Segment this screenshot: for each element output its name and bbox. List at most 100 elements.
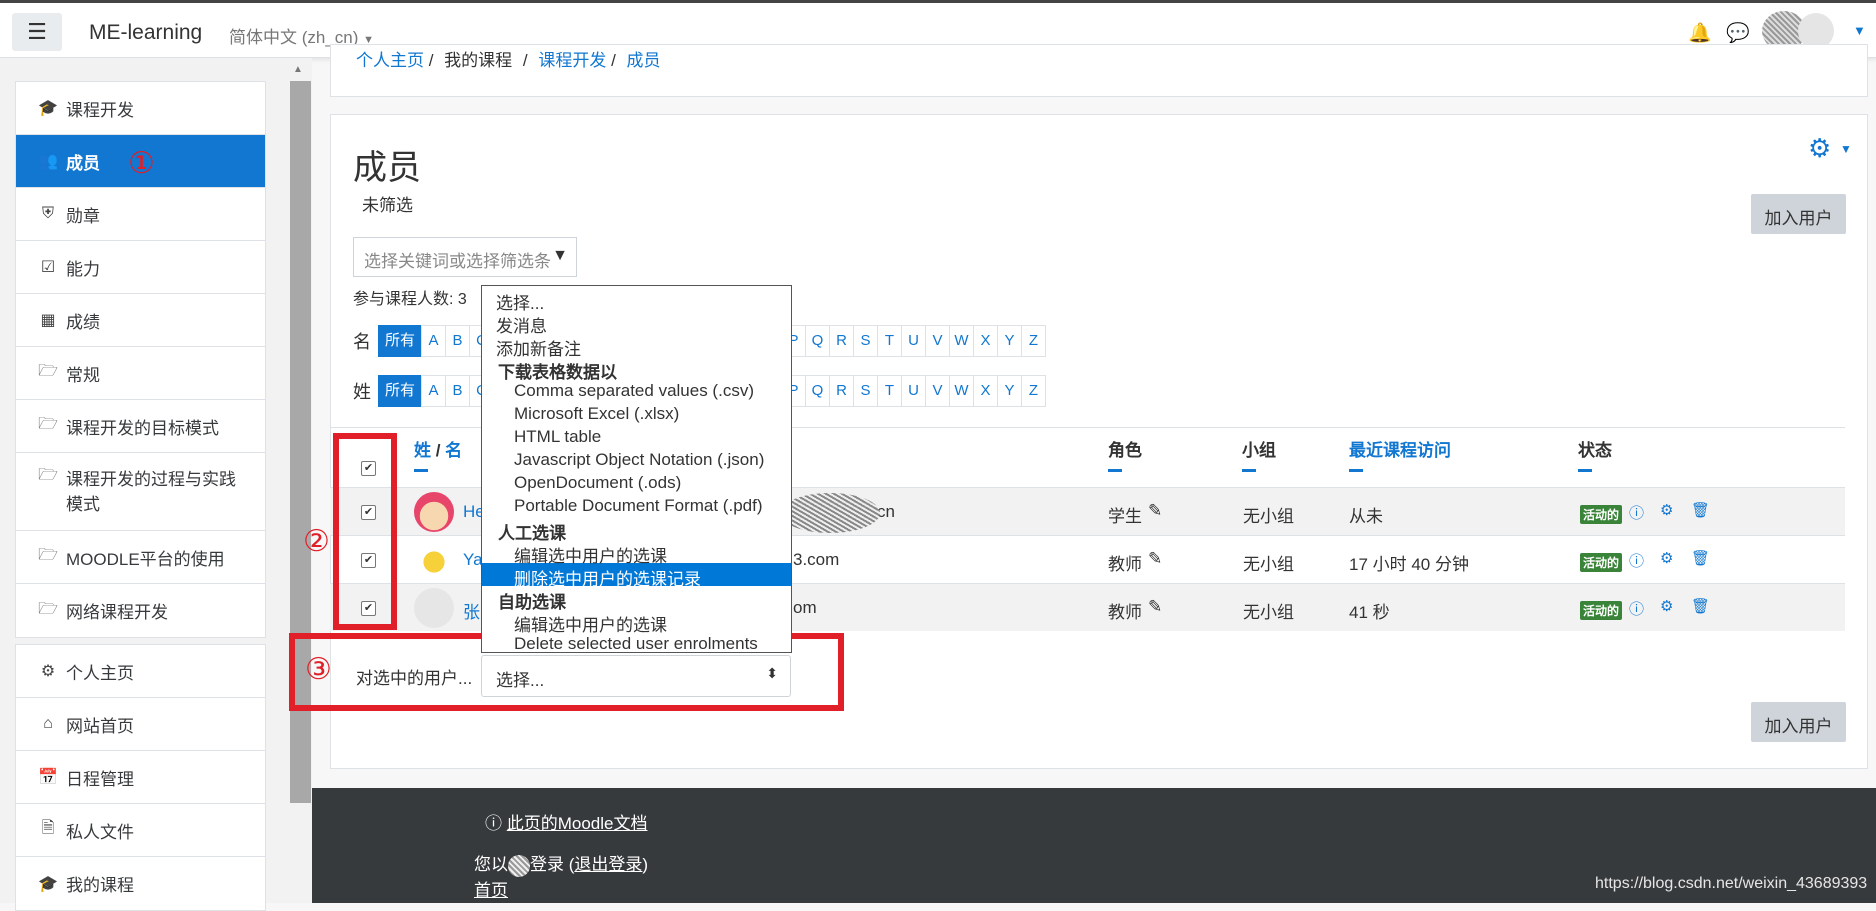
sidebar-item-course[interactable]: 🎓 课程开发 bbox=[16, 82, 265, 135]
initial-letter[interactable]: W bbox=[949, 375, 974, 407]
trash-icon[interactable]: 🗑 bbox=[1691, 597, 1710, 615]
initial-letter[interactable]: V bbox=[925, 325, 950, 357]
pencil-icon[interactable]: ✎ bbox=[1148, 501, 1162, 521]
sidebar-item-grades[interactable]: ▦ 成绩 bbox=[16, 294, 265, 347]
menu-group-self: 自助选课 bbox=[498, 593, 566, 612]
chevron-down-icon[interactable]: ▼ bbox=[1840, 142, 1852, 156]
menu-item-json[interactable]: Javascript Object Notation (.json) bbox=[514, 450, 764, 470]
folder-icon: 🗁 bbox=[38, 546, 58, 564]
bell-icon[interactable]: 🔔 bbox=[1688, 21, 1712, 45]
pencil-icon[interactable]: ✎ bbox=[1148, 597, 1162, 617]
footer-home-link[interactable]: 首页 bbox=[474, 876, 508, 901]
menu-item-xlsx[interactable]: Microsoft Excel (.xlsx) bbox=[514, 404, 679, 424]
breadcrumb-participants[interactable]: 成员 bbox=[627, 51, 661, 70]
message-icon[interactable]: 💬 bbox=[1726, 21, 1750, 45]
trash-icon[interactable]: 🗑 bbox=[1691, 549, 1710, 567]
initial-letter[interactable]: X bbox=[973, 325, 998, 357]
initial-letter[interactable]: Y bbox=[997, 375, 1022, 407]
initial-letter[interactable]: W bbox=[949, 325, 974, 357]
folder-icon: 🗁 bbox=[38, 415, 58, 433]
initial-letter[interactable]: U bbox=[901, 325, 926, 357]
site-brand[interactable]: ME-learning bbox=[89, 21, 202, 45]
sidebar-item-section-3[interactable]: 🗁 MOODLE平台的使用 bbox=[16, 531, 265, 584]
initial-letter[interactable]: Z bbox=[1021, 375, 1046, 407]
menu-item-manual-delete[interactable]: 删除选中用户的选课记录 bbox=[514, 565, 701, 590]
initial-all[interactable]: 所有 bbox=[378, 325, 422, 357]
pencil-icon[interactable]: ✎ bbox=[1148, 549, 1162, 569]
sidebar-item-home[interactable]: ⌂ 网站首页 bbox=[16, 698, 265, 751]
sidebar-item-section-2[interactable]: 🗁 课程开发的过程与实践模式 bbox=[16, 453, 265, 531]
initial-letter[interactable]: S bbox=[853, 325, 878, 357]
gear-icon[interactable]: ⚙ bbox=[1808, 133, 1831, 164]
gear-icon[interactable]: ⚙ bbox=[1660, 597, 1673, 615]
sidebar-item-section-1[interactable]: 🗁 课程开发的目标模式 bbox=[16, 400, 265, 453]
dashboard-icon: ⚙ bbox=[40, 663, 56, 680]
sidebar-item-badges[interactable]: ⛨ 勋章 bbox=[16, 188, 265, 241]
user-name-link[interactable]: 张 bbox=[463, 598, 480, 623]
user-email: 3.com bbox=[793, 550, 840, 569]
column-status: 状态 bbox=[1578, 436, 1612, 472]
initial-letter[interactable]: X bbox=[973, 375, 998, 407]
trash-icon[interactable]: 🗑 bbox=[1691, 501, 1710, 519]
scroll-up-icon[interactable]: ▲ bbox=[293, 64, 303, 75]
initial-letter[interactable]: A bbox=[421, 375, 446, 407]
info-icon[interactable]: ⓘ bbox=[1629, 502, 1644, 523]
menu-item-add-note[interactable]: 添加新备注 bbox=[496, 335, 581, 360]
menu-item-csv[interactable]: Comma separated values (.csv) bbox=[514, 381, 754, 401]
initial-letter[interactable]: R bbox=[829, 375, 854, 407]
initial-letter[interactable]: Y bbox=[997, 325, 1022, 357]
graduation-cap-icon: 🎓 bbox=[38, 100, 58, 117]
menu-item-html[interactable]: HTML table bbox=[514, 427, 601, 447]
breadcrumb-dashboard[interactable]: 个人主页 bbox=[356, 51, 424, 70]
menu-item-manual-edit[interactable]: 编辑选中用户的选课 bbox=[514, 542, 667, 567]
initial-letter[interactable]: T bbox=[877, 375, 902, 407]
avatar bbox=[414, 588, 454, 628]
initial-letter[interactable]: Z bbox=[1021, 325, 1046, 357]
status-badge: 活动的 bbox=[1580, 505, 1623, 524]
initial-letter[interactable]: S bbox=[853, 375, 878, 407]
gear-icon[interactable]: ⚙ bbox=[1660, 549, 1673, 567]
sidebar-item-section-4[interactable]: 🗁 网络课程开发 bbox=[16, 584, 265, 637]
menu-item-pdf[interactable]: Portable Document Format (.pdf) bbox=[514, 496, 762, 516]
initial-letter[interactable]: A bbox=[421, 325, 446, 357]
annotation-box-checkboxes bbox=[333, 433, 397, 630]
breadcrumb-course[interactable]: 课程开发 bbox=[538, 51, 606, 70]
add-user-button[interactable]: 加入用户 bbox=[1751, 194, 1846, 234]
menu-item-message[interactable]: 发消息 bbox=[496, 312, 547, 337]
menu-item-ods[interactable]: OpenDocument (.ods) bbox=[514, 473, 681, 493]
gear-icon[interactable]: ⚙ bbox=[1660, 501, 1673, 519]
initial-letter[interactable]: T bbox=[877, 325, 902, 357]
info-icon[interactable]: ⓘ bbox=[1629, 598, 1644, 619]
sidebar-item-general[interactable]: 🗁 常规 bbox=[16, 347, 265, 400]
sidebar-item-dashboard[interactable]: ⚙ 个人主页 bbox=[16, 645, 265, 698]
folder-icon: 🗁 bbox=[38, 362, 58, 380]
hamburger-icon[interactable]: ☰ bbox=[12, 13, 62, 51]
sidebar-item-files[interactable]: 🗎 私人文件 bbox=[16, 804, 265, 857]
status-badge: 活动的 bbox=[1580, 553, 1623, 572]
initial-letter[interactable]: Q bbox=[805, 375, 830, 407]
initial-letter[interactable]: B bbox=[445, 375, 470, 407]
initial-letter[interactable]: Q bbox=[805, 325, 830, 357]
user-name-link[interactable]: Ya bbox=[463, 550, 483, 570]
menu-item-self-delete[interactable]: Delete selected user enrolments bbox=[514, 634, 758, 652]
initial-letter[interactable]: V bbox=[925, 375, 950, 407]
status-badge: 活动的 bbox=[1580, 601, 1623, 620]
menu-item-self-edit[interactable]: 编辑选中用户的选课 bbox=[514, 611, 667, 636]
logout-link[interactable]: 退出登录 bbox=[574, 855, 642, 874]
column-last-access[interactable]: 最近课程访问 bbox=[1349, 436, 1451, 472]
sidebar-item-competencies[interactable]: ☑ 能力 bbox=[16, 241, 265, 294]
sidebar-item-calendar[interactable]: 📅 日程管理 bbox=[16, 751, 265, 804]
chevron-down-icon[interactable]: ▼ bbox=[1853, 23, 1866, 38]
user-group: 无小组 bbox=[1243, 507, 1294, 526]
initial-letter[interactable]: B bbox=[445, 325, 470, 357]
initial-letter[interactable]: U bbox=[901, 375, 926, 407]
filter-input[interactable]: 选择关键词或选择筛选条 ▼ bbox=[353, 237, 577, 277]
info-icon[interactable]: ⓘ bbox=[1629, 550, 1644, 571]
menu-item-choose[interactable]: 选择... bbox=[496, 289, 544, 314]
initial-letter[interactable]: R bbox=[829, 325, 854, 357]
sidebar-item-mycourses[interactable]: 🎓 我的课程 bbox=[16, 857, 265, 910]
column-name[interactable]: 姓 / 名 bbox=[414, 436, 462, 472]
docs-link[interactable]: ⓘ 此页的Moodle文档 bbox=[485, 809, 648, 834]
add-user-button-bottom[interactable]: 加入用户 bbox=[1751, 702, 1846, 742]
initial-all[interactable]: 所有 bbox=[378, 375, 422, 407]
